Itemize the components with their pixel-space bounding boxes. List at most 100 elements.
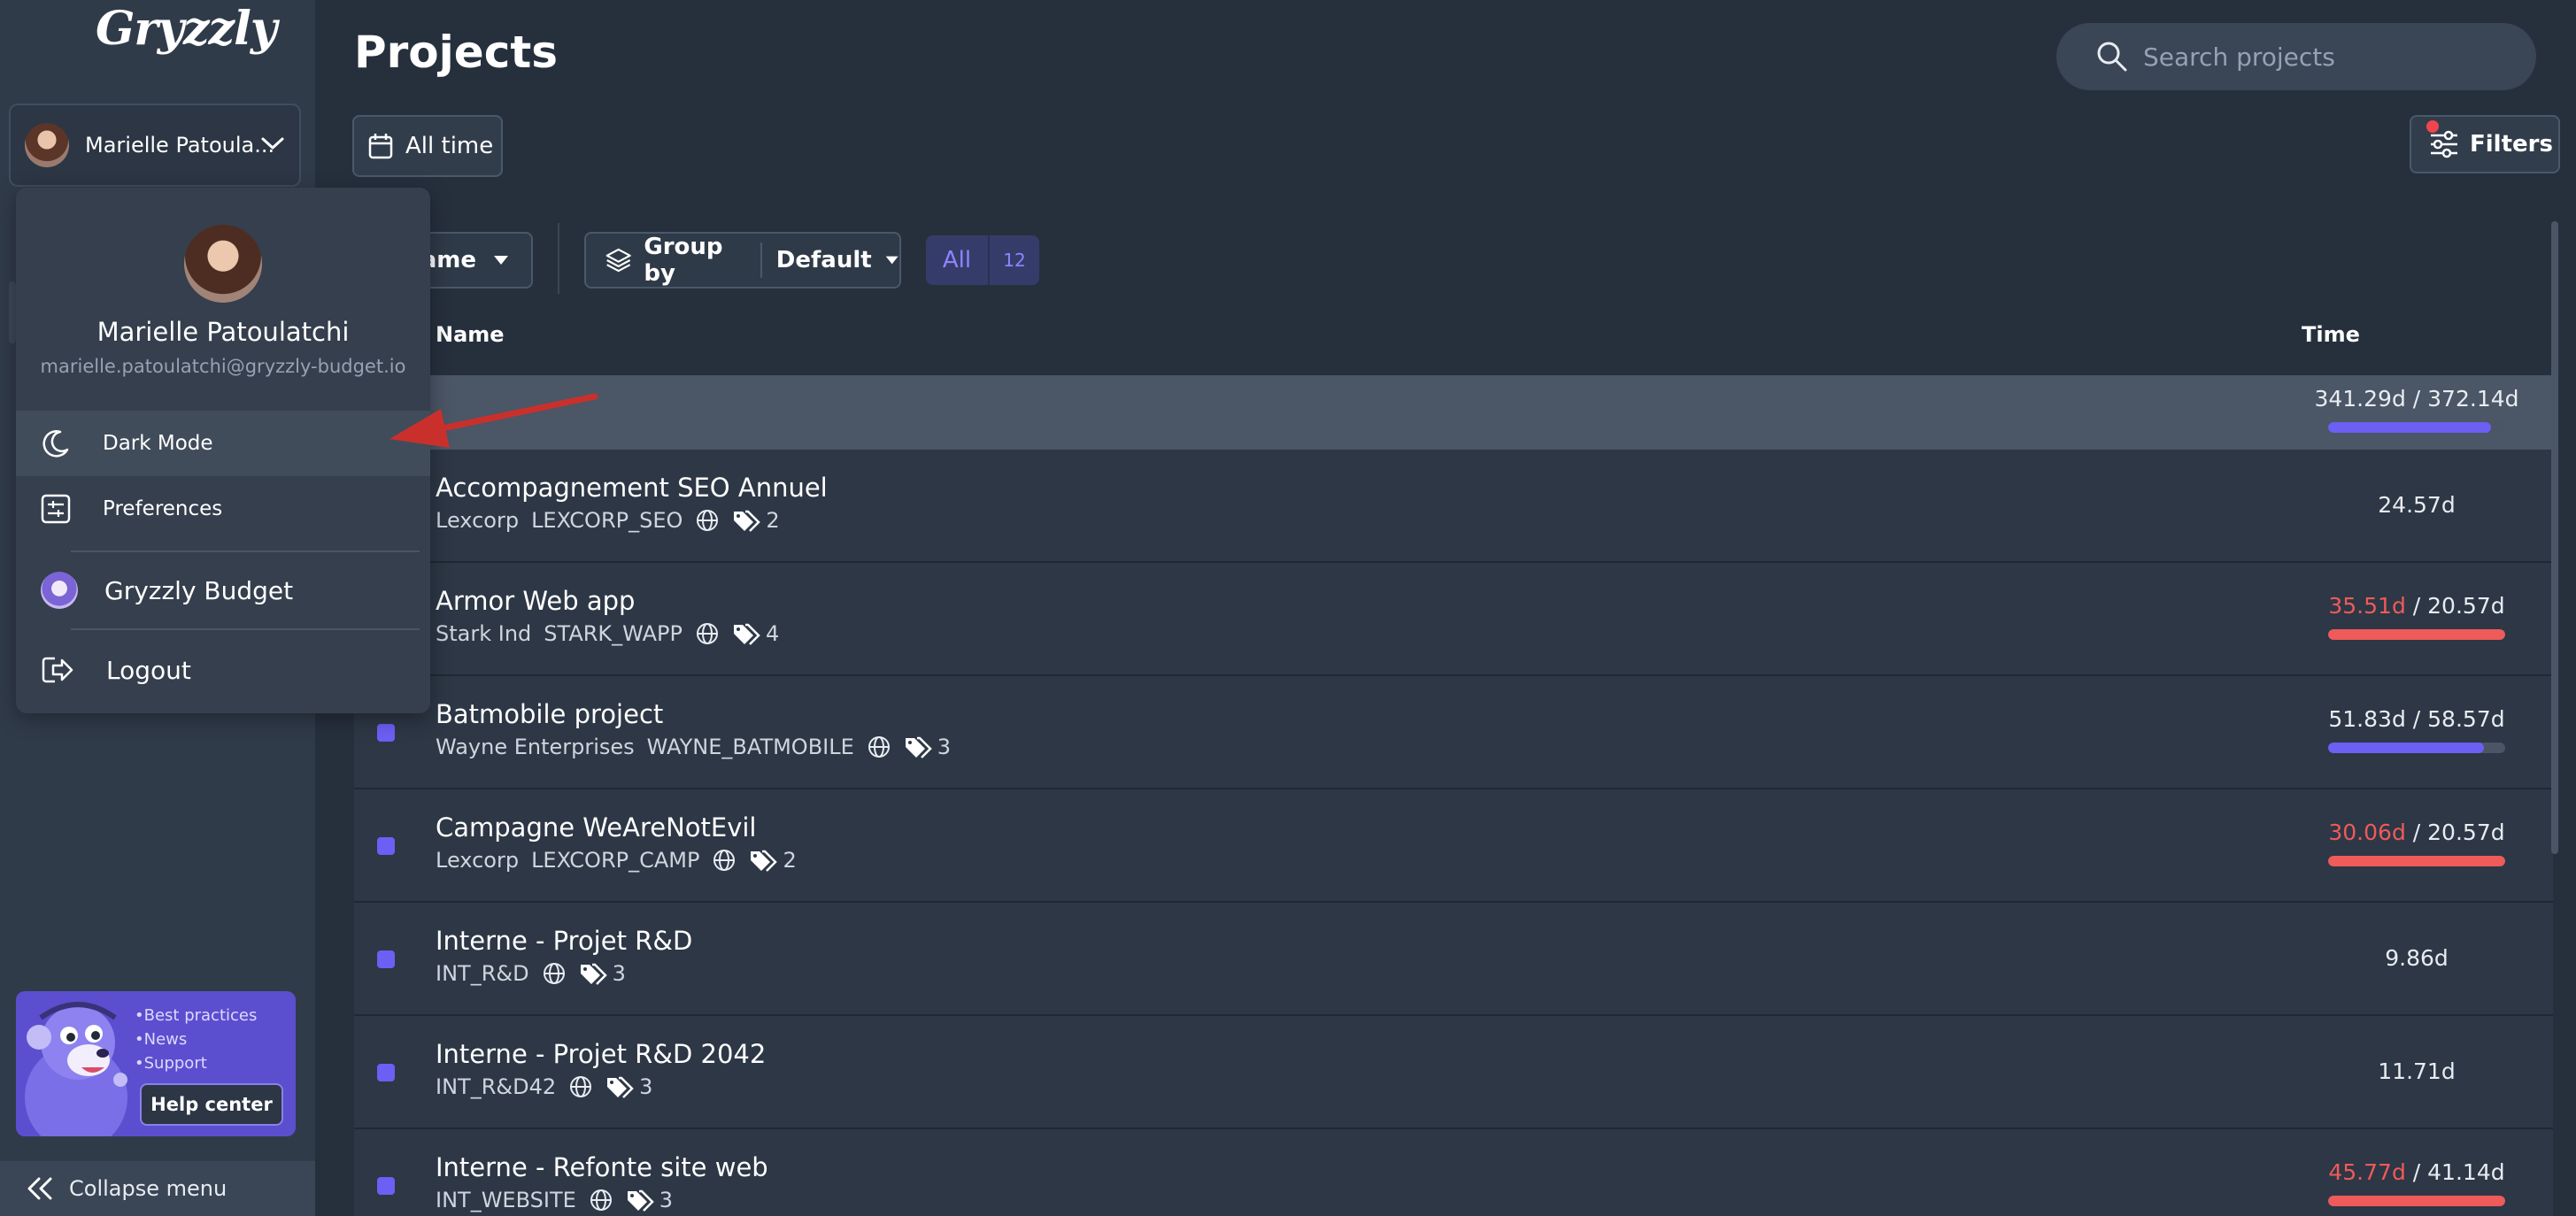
menu-separator [71, 550, 420, 552]
date-range-button[interactable]: All time [352, 115, 503, 177]
menu-item-gryzzly-budget[interactable]: Gryzzly Budget [16, 558, 430, 623]
time-cell: 51.83d / 58.57d [2213, 706, 2576, 753]
time-text: 11.71d [2213, 1058, 2576, 1084]
time-spent: 11.71d [2378, 1058, 2456, 1084]
search-input[interactable] [2143, 42, 2497, 72]
project-name[interactable]: Interne - Projet R&D 2042 [436, 1039, 766, 1069]
column-header-time[interactable]: Time [2302, 322, 2360, 347]
time-text: 24.57d [2213, 492, 2576, 518]
row-checkbox[interactable] [377, 724, 395, 742]
project-name[interactable]: Interne - Projet R&D [436, 926, 692, 956]
project-meta: Wayne Enterprises WAYNE_BATMOBILE 3 [436, 735, 951, 759]
search-box[interactable] [2056, 23, 2536, 90]
tag-count: 3 [659, 1188, 674, 1212]
menu-item-logout[interactable]: Logout [16, 637, 430, 703]
layers-icon [605, 248, 631, 273]
user-email: marielle.patoulatchi@gryzzly-budget.io [40, 356, 406, 377]
time-budget: 41.14d [2427, 1159, 2505, 1185]
project-meta: Stark Ind STARK_WAPP 4 [436, 621, 779, 646]
user-full-name: Marielle Patoulatchi [96, 317, 350, 347]
total-progress-fill [2328, 422, 2491, 433]
collapse-menu-button[interactable]: Collapse menu [0, 1161, 315, 1216]
caret-down-icon [494, 256, 508, 265]
time-spent: 24.57d [2378, 492, 2456, 518]
all-filter-count: 12 [1003, 250, 1026, 271]
time-spent: 45.77d [2328, 1159, 2406, 1185]
time-text: 30.06d / 20.57d [2213, 820, 2576, 845]
table-row[interactable]: Campagne WeAreNotEvil Lexcorp LEXCORP_CAMP… [354, 789, 2553, 903]
project-meta: INT_R&D 3 [436, 961, 626, 986]
project-code: LEXCORP_SEO [531, 508, 683, 533]
menu-item-dark-mode[interactable]: Dark Mode [16, 411, 430, 476]
group-by-value: Default [775, 247, 872, 273]
project-name[interactable]: Campagne WeAreNotEvil [436, 812, 757, 843]
time-progress-fill [2328, 856, 2505, 866]
globe-icon [696, 623, 718, 644]
help-link-support[interactable]: •Support [135, 1051, 257, 1075]
table-row[interactable]: Armor Web app Stark Ind STARK_WAPP 4 35.51d … [354, 563, 2553, 676]
project-name[interactable]: Accompagnement SEO Annuel [436, 473, 828, 503]
time-spent: 51.83d [2328, 706, 2406, 732]
row-checkbox[interactable] [377, 1064, 395, 1081]
project-code: WAYNE_BATMOBILE [646, 735, 854, 759]
time-progress-bar [2328, 856, 2505, 866]
time-text: 9.86d [2213, 945, 2576, 971]
time-cell: 45.77d / 41.14d [2213, 1159, 2576, 1206]
table-row[interactable]: Interne - Refonte site web INT_WEBSITE 3 45… [354, 1129, 2553, 1216]
table-row[interactable]: Batmobile project Wayne Enterprises WAYNE_… [354, 676, 2553, 789]
time-cell: 11.71d [2213, 1058, 2576, 1084]
globe-icon [868, 736, 890, 758]
time-spent: 9.86d [2385, 945, 2449, 971]
project-name[interactable]: Armor Web app [436, 586, 635, 616]
double-chevron-left-icon [27, 1177, 52, 1200]
user-menu-toggle[interactable]: Marielle Patoula... [9, 104, 301, 187]
project-meta: Lexcorp LEXCORP_SEO 2 [436, 508, 780, 533]
help-link-best-practices[interactable]: •Best practices [135, 1004, 257, 1027]
help-card: •Best practices •News •Support Help cent… [16, 991, 296, 1136]
group-by-button[interactable]: Group by Default [584, 232, 901, 289]
project-name[interactable]: Batmobile project [436, 699, 663, 729]
time-cell: 9.86d [2213, 945, 2576, 971]
globe-icon [590, 1189, 612, 1211]
table-row[interactable]: Interne - Projet R&D 2042 INT_R&D42 3 11.71… [354, 1016, 2553, 1129]
all-projects-filter[interactable]: All 12 [926, 235, 1039, 285]
scrollbar[interactable] [2551, 221, 2558, 854]
filters-label: Filters [2470, 131, 2553, 158]
time-text: 51.83d / 58.57d [2213, 706, 2576, 732]
toolbar-divider [558, 223, 559, 294]
time-budget: 20.57d [2427, 593, 2505, 619]
tags-icon [751, 850, 778, 872]
project-meta: INT_WEBSITE 3 [436, 1188, 673, 1212]
help-link-news[interactable]: •News [135, 1027, 257, 1051]
page-title: Projects [354, 27, 559, 78]
tag-count: 2 [783, 848, 797, 873]
globe-icon [570, 1076, 592, 1097]
time-cell: 35.51d / 20.57d [2213, 593, 2576, 640]
menu-item-preferences[interactable]: Preferences [16, 476, 430, 542]
gryzzly-logo[interactable]: Gryzzly [96, 2, 277, 56]
help-center-button[interactable]: Help center [140, 1083, 283, 1126]
tag-count: 3 [639, 1074, 653, 1099]
table-row[interactable]: Accompagnement SEO Annuel Lexcorp LEXCORP_… [354, 450, 2553, 563]
chevron-down-icon [261, 137, 284, 150]
row-checkbox[interactable] [377, 1177, 395, 1195]
client-name: Lexcorp [436, 508, 520, 533]
project-name[interactable]: Interne - Refonte site web [436, 1152, 768, 1182]
menu-item-label: Gryzzly Budget [104, 575, 294, 605]
total-row: 341.29d / 372.14d [354, 375, 2553, 450]
group-by-label: Group by [644, 234, 723, 287]
time-budget: 20.57d [2427, 820, 2505, 845]
tags-icon [905, 736, 932, 758]
moon-icon [42, 430, 69, 458]
time-cell: 30.06d / 20.57d [2213, 820, 2576, 866]
tags-icon [580, 963, 607, 985]
client-name: Wayne Enterprises [436, 735, 635, 759]
row-checkbox[interactable] [377, 837, 395, 855]
time-progress-bar [2328, 1196, 2505, 1206]
time-separator: / [2405, 820, 2428, 845]
table-row[interactable]: Interne - Projet R&D INT_R&D 3 9.86d [354, 903, 2553, 1016]
row-checkbox[interactable] [377, 950, 395, 968]
menu-separator [71, 628, 420, 630]
column-header-name[interactable]: Name [436, 322, 505, 347]
time-separator: / [2405, 593, 2428, 619]
